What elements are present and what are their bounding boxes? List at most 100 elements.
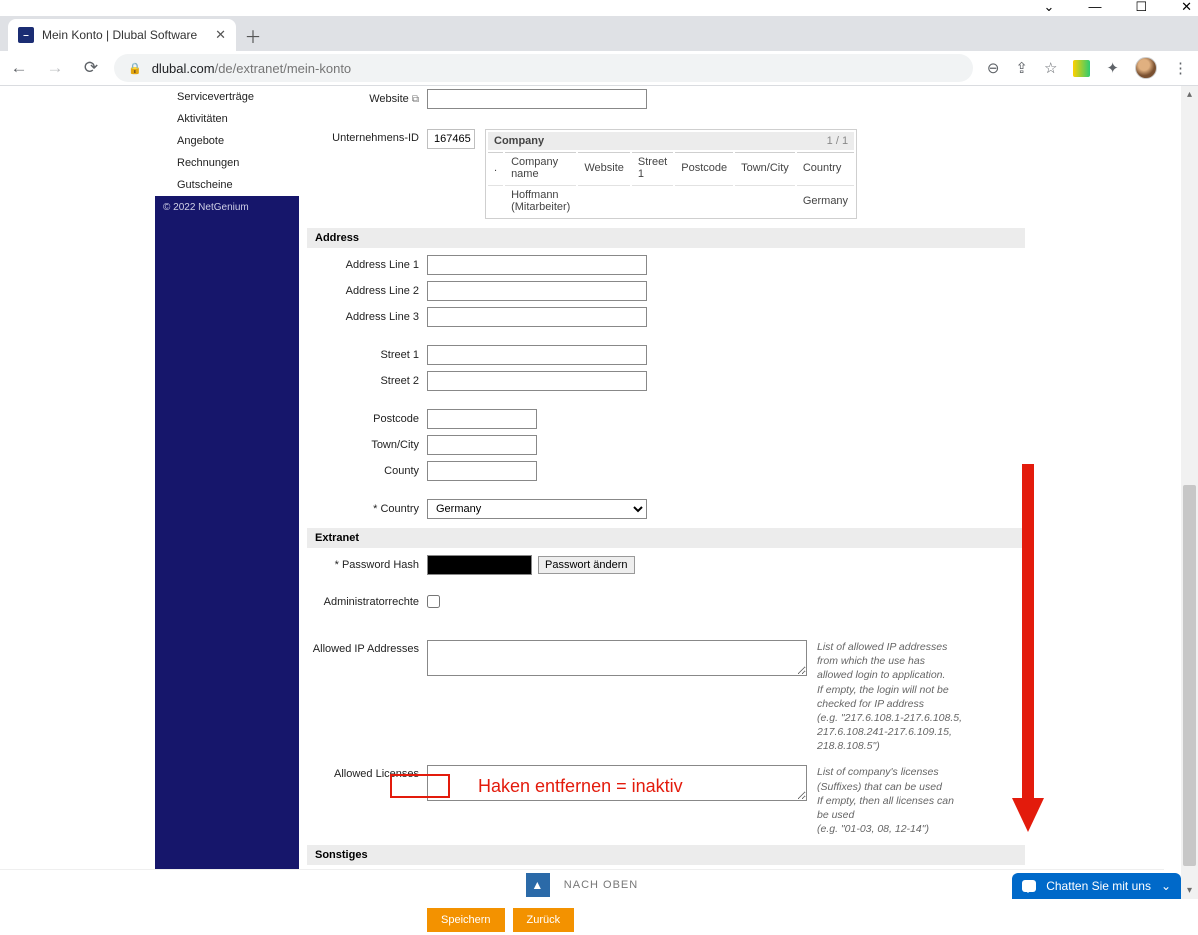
country-select[interactable]: Germany <box>427 499 647 519</box>
chat-widget-label: Chatten Sie mit uns <box>1046 879 1151 893</box>
addr-line2-label: Address Line 2 <box>307 285 427 297</box>
company-col-postcode[interactable]: Postcode <box>675 152 733 183</box>
company-cell-town <box>735 185 795 216</box>
company-col-country[interactable]: Country <box>797 152 854 183</box>
allowed-ip-label: Allowed IP Addresses <box>307 640 427 655</box>
admin-rights-checkbox[interactable] <box>427 595 440 608</box>
street1-label: Street 1 <box>307 349 427 361</box>
save-button[interactable]: Speichern <box>427 908 505 932</box>
postcode-input[interactable] <box>427 409 537 429</box>
street2-label: Street 2 <box>307 375 427 387</box>
allowed-licenses-hint: List of company's licenses (Suffixes) th… <box>817 765 962 836</box>
share-icon[interactable]: ⇪ <box>1015 59 1028 77</box>
company-cell-postcode <box>675 185 733 216</box>
company-col-sort[interactable]: . <box>488 152 503 183</box>
kebab-menu-icon[interactable]: ⋮ <box>1173 59 1188 77</box>
admin-rights-label: Administratorrechte <box>307 596 427 608</box>
postcode-label: Postcode <box>307 413 427 425</box>
password-hash-label: * Password Hash <box>307 559 427 571</box>
street1-input[interactable] <box>427 345 647 365</box>
password-hash-value <box>427 555 532 575</box>
back-to-top-button[interactable]: ▲ <box>526 873 550 897</box>
chat-bubble-icon <box>1022 880 1036 892</box>
annotation-text: Haken entfernen = inaktiv <box>478 776 683 797</box>
chevron-down-icon: ⌄ <box>1161 879 1171 893</box>
vertical-scrollbar[interactable]: ▴ ▾ <box>1181 86 1198 899</box>
county-label: County <box>307 465 427 477</box>
sidebar-item-gutscheine[interactable]: Gutscheine <box>155 174 299 196</box>
lock-icon: 🔒 <box>128 62 142 75</box>
section-header-extranet: Extranet <box>307 528 1025 548</box>
sidebar-item-servicevertraege[interactable]: Serviceverträge <box>155 86 299 108</box>
nav-reload-icon[interactable]: ⟳ <box>82 58 100 78</box>
profile-avatar[interactable] <box>1135 57 1157 79</box>
town-input[interactable] <box>427 435 537 455</box>
back-to-top-label: NACH OBEN <box>564 879 638 891</box>
company-cell-website <box>578 185 630 216</box>
window-dropdown-icon[interactable]: ⌄ <box>1044 0 1055 14</box>
chat-widget[interactable]: Chatten Sie mit uns ⌄ <box>1012 873 1181 899</box>
company-table-pager: 1 / 1 <box>827 135 848 147</box>
street2-input[interactable] <box>427 371 647 391</box>
tab-strip: ⎯ Mein Konto | Dlubal Software ✕ ＋ <box>0 16 1198 51</box>
sidebar-item-rechnungen[interactable]: Rechnungen <box>155 152 299 174</box>
annotation-active-box <box>390 774 450 798</box>
addr-line3-label: Address Line 3 <box>307 311 427 323</box>
addr-line2-input[interactable] <box>427 281 647 301</box>
company-col-website[interactable]: Website <box>578 152 630 183</box>
extension-icon-1[interactable] <box>1073 60 1090 77</box>
website-input[interactable] <box>427 89 647 109</box>
company-table-row[interactable]: Hoffmann (Mitarbeiter) Germany <box>488 185 854 216</box>
window-minimize-icon[interactable]: — <box>1088 0 1101 14</box>
url-field[interactable]: 🔒 dlubal.com/de/extranet/mein-konto <box>114 54 973 82</box>
form-area: Website ⧉ Unternehmens-ID 167465 Company… <box>299 86 1025 935</box>
extensions-puzzle-icon[interactable]: ✦ <box>1106 59 1119 77</box>
tab-close-icon[interactable]: ✕ <box>215 27 226 43</box>
address-bar: ← → ⟳ 🔒 dlubal.com/de/extranet/mein-kont… <box>0 51 1198 86</box>
page-viewport: Serviceverträge Aktivitäten Angebote Rec… <box>0 86 1198 899</box>
company-cell-name: Hoffmann (Mitarbeiter) <box>505 185 576 216</box>
company-cell-street1 <box>632 185 673 216</box>
company-table: Company 1 / 1 . Company name Website Stre… <box>485 129 857 219</box>
scrollbar-down-icon[interactable]: ▾ <box>1181 882 1198 899</box>
addr-line1-input[interactable] <box>427 255 647 275</box>
sidebar-item-angebote[interactable]: Angebote <box>155 130 299 152</box>
company-id-label: Unternehmens-ID <box>307 129 427 144</box>
bookmark-star-icon[interactable]: ☆ <box>1044 59 1057 77</box>
addr-line3-input[interactable] <box>427 307 647 327</box>
section-header-other: Sonstiges <box>307 845 1025 865</box>
new-tab-button[interactable]: ＋ <box>236 19 270 51</box>
sidebar: Serviceverträge Aktivitäten Angebote Rec… <box>155 86 299 935</box>
annotation-arrow-icon <box>1012 464 1044 834</box>
nav-forward-icon[interactable]: → <box>46 58 64 78</box>
scrollbar-track[interactable] <box>1181 103 1198 882</box>
scrollbar-thumb[interactable] <box>1183 485 1196 867</box>
company-col-street1[interactable]: Street 1 <box>632 152 673 183</box>
tab-favicon: ⎯ <box>18 27 34 43</box>
company-col-town[interactable]: Town/City <box>735 152 795 183</box>
change-password-button[interactable]: Passwort ändern <box>538 556 635 574</box>
allowed-ip-hint: List of allowed IP addresses from which … <box>817 640 962 753</box>
window-titlebar: ⌄ — ☐ ✕ <box>0 0 1198 16</box>
zoom-icon[interactable]: ⊖ <box>987 59 1000 77</box>
county-input[interactable] <box>427 461 537 481</box>
tab-title: Mein Konto | Dlubal Software <box>42 28 197 42</box>
company-table-title: Company <box>494 135 544 147</box>
sidebar-item-aktivitaeten[interactable]: Aktivitäten <box>155 108 299 130</box>
scrollbar-up-icon[interactable]: ▴ <box>1181 86 1198 103</box>
browser-tab[interactable]: ⎯ Mein Konto | Dlubal Software ✕ <box>8 19 236 51</box>
window-maximize-icon[interactable]: ☐ <box>1135 0 1147 14</box>
town-label: Town/City <box>307 439 427 451</box>
section-header-address: Address <box>307 228 1025 248</box>
back-to-top-bar: ▲ NACH OBEN <box>0 869 1164 899</box>
country-label: * Country <box>307 503 427 515</box>
url-text: dlubal.com/de/extranet/mein-konto <box>152 61 351 76</box>
allowed-ip-textarea[interactable] <box>427 640 807 676</box>
back-button[interactable]: Zurück <box>513 908 575 932</box>
company-col-name[interactable]: Company name <box>505 152 576 183</box>
website-label: Website ⧉ <box>307 93 427 105</box>
sidebar-footer: © 2022 NetGenium <box>155 196 299 876</box>
company-cell-country: Germany <box>797 185 854 216</box>
window-close-icon[interactable]: ✕ <box>1181 0 1192 14</box>
nav-back-icon[interactable]: ← <box>10 58 28 78</box>
